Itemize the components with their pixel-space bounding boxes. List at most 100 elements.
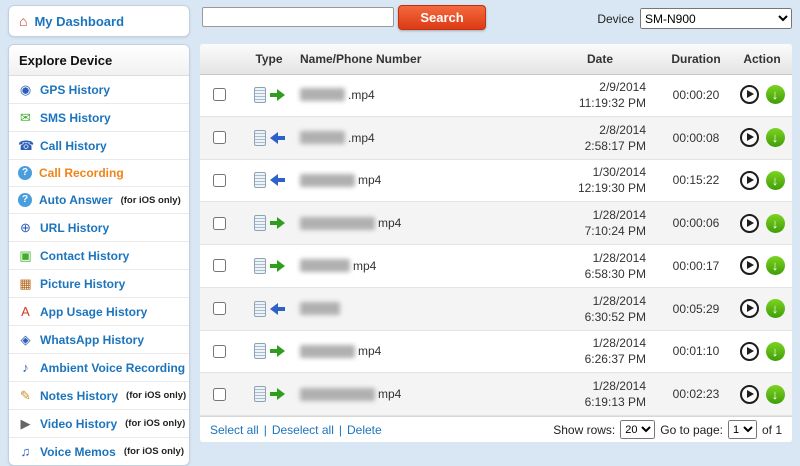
date-cell: 1/28/2014 6:30:52 PM	[540, 293, 660, 325]
action-cell: ↓	[732, 170, 792, 190]
action-cell: ↓	[732, 128, 792, 148]
name-cell: .mp4	[300, 88, 540, 102]
play-button[interactable]	[739, 384, 759, 404]
header-action: Action	[743, 52, 781, 66]
sidebar-item[interactable]: ◉ GPS History	[9, 76, 189, 104]
play-button[interactable]	[739, 170, 759, 190]
header-date: Date	[586, 52, 613, 66]
duration-cell: 00:05:29	[672, 301, 720, 316]
name-cell: mp4	[300, 259, 540, 273]
recording-file-icon	[253, 343, 266, 360]
delete-link[interactable]: Delete	[347, 423, 382, 437]
sidebar-item[interactable]: ▶ Video History (for iOS only)	[9, 410, 189, 438]
sidebar-item[interactable]: ? Call Recording	[9, 160, 189, 187]
header-name-phone: Name/Phone Number	[300, 52, 422, 66]
time-text: 2:58:17 PM	[584, 138, 646, 153]
time-text: 6:58:30 PM	[584, 266, 646, 281]
download-button[interactable]: ↓	[765, 213, 785, 233]
date-text: 1/30/2014	[592, 165, 646, 180]
download-button[interactable]: ↓	[765, 341, 785, 361]
sidebar-item-label: Picture History	[40, 276, 126, 291]
action-cell: ↓	[732, 256, 792, 276]
row-checkbox[interactable]	[212, 387, 226, 401]
play-button[interactable]	[739, 85, 759, 105]
sidebar-item[interactable]: ✉ SMS History	[9, 104, 189, 132]
download-button[interactable]: ↓	[765, 85, 785, 105]
show-rows-select[interactable]: 20	[620, 420, 656, 439]
sidebar-item-icon: ☎	[18, 138, 35, 153]
row-checkbox[interactable]	[212, 88, 226, 102]
sidebar-item-note: (for iOS only)	[123, 446, 184, 457]
direction-icon	[269, 345, 285, 358]
file-name-text: mp4	[378, 216, 402, 231]
my-dashboard-link[interactable]: My Dashboard	[34, 14, 124, 29]
type-cell	[238, 129, 300, 146]
sidebar-item[interactable]: ⊕ URL History	[9, 214, 189, 242]
play-button[interactable]	[739, 256, 759, 276]
checkbox-cell	[200, 173, 238, 187]
table-row: mp4 1/28/2014 6:58:30 PM 00:00:17 ↓	[200, 245, 792, 288]
sidebar-item-icon: ◉	[19, 82, 32, 97]
row-checkbox[interactable]	[212, 216, 226, 230]
select-all-link[interactable]: Select all	[210, 423, 259, 437]
sidebar-item-list: ◉ GPS History ✉ SMS History ☎ Call Histo…	[9, 76, 189, 465]
sidebar-item[interactable]: ☎ Call History	[9, 132, 189, 160]
redacted-name	[300, 173, 355, 187]
download-button[interactable]: ↓	[765, 128, 785, 148]
direction-icon	[269, 131, 285, 144]
name-cell: .mp4	[300, 131, 540, 145]
recording-file-icon	[253, 86, 266, 103]
sidebar-item[interactable]: ♫ Voice Memos (for iOS only)	[9, 438, 189, 465]
sidebar-item[interactable]: ♪ Ambient Voice Recording	[9, 354, 189, 382]
sidebar-item[interactable]: ▣ Contact History	[9, 242, 189, 270]
file-name-text: mp4	[358, 344, 382, 359]
sidebar-item[interactable]: ◈ WhatsApp History	[9, 326, 189, 354]
checkbox-cell	[200, 131, 238, 145]
search-input[interactable]	[202, 7, 394, 27]
sidebar-item[interactable]: ? Auto Answer (for iOS only)	[9, 187, 189, 214]
file-name-text: .mp4	[348, 130, 375, 145]
play-button[interactable]	[739, 128, 759, 148]
sidebar-item[interactable]: ▦ Picture History	[9, 270, 189, 298]
download-button[interactable]: ↓	[765, 256, 785, 276]
time-text: 7:10:24 PM	[584, 224, 646, 239]
direction-icon	[269, 302, 285, 315]
row-checkbox[interactable]	[212, 259, 226, 273]
time-text: 6:30:52 PM	[584, 309, 646, 324]
sidebar-item-label: App Usage History	[40, 304, 148, 319]
row-checkbox[interactable]	[212, 131, 226, 145]
date-text: 1/28/2014	[592, 250, 646, 265]
download-button[interactable]: ↓	[765, 299, 785, 319]
search-button[interactable]: Search	[398, 5, 486, 30]
deselect-all-link[interactable]: Deselect all	[272, 423, 334, 437]
sidebar-item[interactable]: ✎ Notes History (for iOS only)	[9, 382, 189, 410]
sidebar-item-icon: ?	[18, 193, 32, 207]
device-select[interactable]: SM-N900	[640, 8, 792, 29]
my-dashboard[interactable]: ⌂ My Dashboard	[8, 5, 190, 37]
bulk-actions: Select all | Deselect all | Delete	[210, 423, 382, 437]
checkbox-cell	[200, 344, 238, 358]
date-cell: 1/28/2014 6:26:37 PM	[540, 335, 660, 367]
row-checkbox[interactable]	[212, 302, 226, 316]
file-name-text: mp4	[378, 387, 402, 402]
file-name-text: .mp4	[348, 87, 375, 102]
call-recording-table: Type Name/Phone Number Date Duration Act…	[200, 44, 792, 442]
date-cell: 1/28/2014 6:58:30 PM	[540, 250, 660, 282]
play-button[interactable]	[739, 213, 759, 233]
recording-file-icon	[253, 215, 266, 232]
table-row: 1/28/2014 6:30:52 PM 00:05:29 ↓	[200, 287, 792, 331]
download-button[interactable]: ↓	[765, 384, 785, 404]
sidebar-item[interactable]: A App Usage History	[9, 298, 189, 326]
download-button[interactable]: ↓	[765, 170, 785, 190]
table-row: .mp4 2/9/2014 11:19:32 PM 00:00:20 ↓	[200, 74, 792, 117]
sidebar-item-icon: ♪	[22, 360, 29, 375]
sidebar-item-icon: ▦	[19, 276, 32, 291]
table-row: mp4 1/28/2014 6:26:37 PM 00:01:10 ↓	[200, 331, 792, 374]
row-checkbox[interactable]	[212, 173, 226, 187]
page-select[interactable]: 1	[727, 420, 757, 439]
pagination-controls: Show rows: 20 Go to page: 1 of 1	[553, 420, 782, 439]
play-button[interactable]	[739, 299, 759, 319]
play-button[interactable]	[739, 341, 759, 361]
row-checkbox[interactable]	[212, 344, 226, 358]
duration-cell: 00:00:20	[672, 87, 720, 102]
